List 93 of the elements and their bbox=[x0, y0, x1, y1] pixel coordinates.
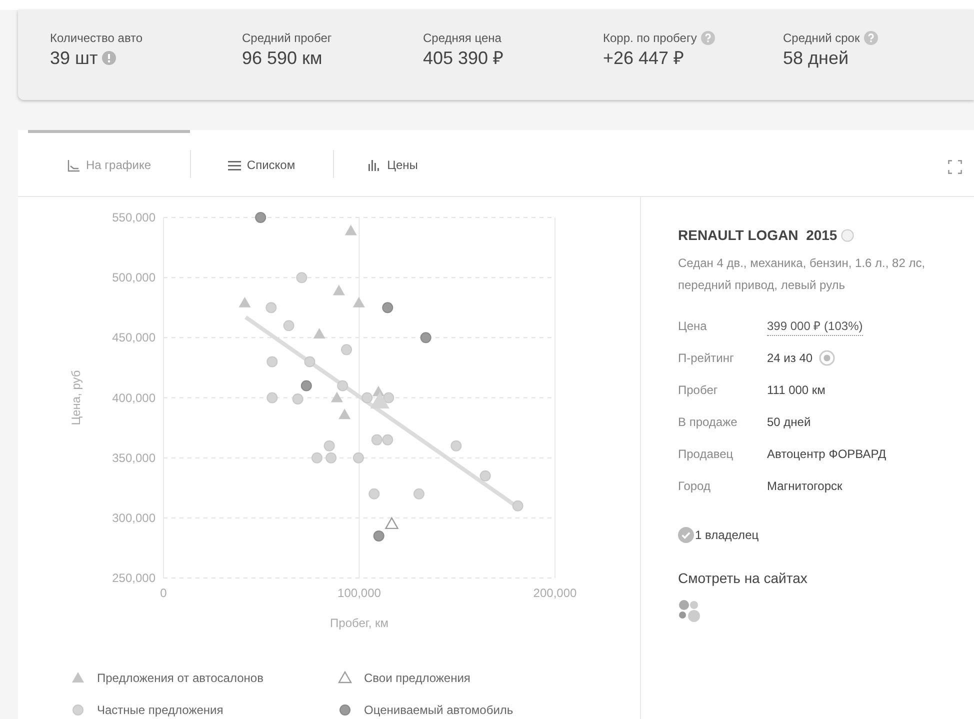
tick-label: 200,000 bbox=[533, 586, 577, 600]
data-point bbox=[304, 356, 316, 368]
data-point bbox=[362, 392, 373, 404]
data-point bbox=[266, 392, 278, 404]
radio-icon[interactable] bbox=[841, 229, 854, 242]
data-point bbox=[384, 516, 399, 530]
spec-label: Продавец bbox=[678, 446, 734, 463]
stat-label: Количество авто bbox=[50, 30, 143, 47]
info-icon[interactable] bbox=[102, 51, 116, 65]
legend-label: Оцениваемый автомобиль bbox=[364, 703, 514, 717]
data-point bbox=[266, 356, 278, 368]
spec-value: 50 дней bbox=[767, 414, 811, 431]
data-point bbox=[371, 434, 382, 446]
stat-label: Средний срок bbox=[783, 30, 860, 47]
section-heading: Смотреть на сайтах bbox=[678, 569, 808, 588]
legend-label: Свои предложения bbox=[364, 671, 470, 685]
fullscreen-icon[interactable] bbox=[948, 160, 962, 174]
axis-label: Цена, руб bbox=[69, 370, 83, 426]
stat-value: 96 590 км bbox=[242, 47, 322, 69]
data-point bbox=[368, 488, 380, 500]
spec-label: П-рейтинг bbox=[678, 350, 735, 367]
data-point bbox=[382, 302, 394, 314]
spec-value: 24 из 40 bbox=[767, 350, 813, 367]
data-point bbox=[341, 344, 352, 356]
data-point bbox=[332, 284, 345, 296]
tick-label: 350,000 bbox=[112, 450, 156, 465]
data-point bbox=[512, 500, 524, 512]
data-point bbox=[238, 296, 251, 308]
spec-label: Пробег bbox=[678, 382, 719, 399]
data-point bbox=[283, 320, 294, 332]
data-point bbox=[296, 272, 308, 284]
help-icon[interactable] bbox=[864, 31, 878, 45]
tick-label: 400,000 bbox=[112, 390, 156, 405]
stat-label: Средняя цена bbox=[423, 30, 502, 47]
spec-label: Город bbox=[678, 478, 712, 495]
spec-label: Цена bbox=[678, 318, 708, 335]
axis-label: Пробег, км bbox=[330, 616, 388, 630]
data-point bbox=[373, 530, 384, 542]
data-point bbox=[311, 452, 322, 464]
car-description: Седан 4 дв., механика, бензин, 1.6 л., 82 лс, передний привод, левый руль bbox=[678, 255, 926, 294]
help-icon[interactable] bbox=[700, 31, 715, 45]
data-point bbox=[266, 302, 277, 314]
data-point bbox=[383, 392, 394, 404]
data-point bbox=[382, 434, 394, 446]
stat-value: 58 дней bbox=[783, 47, 849, 69]
data-point bbox=[337, 380, 348, 392]
data-point bbox=[420, 332, 432, 344]
data-point bbox=[338, 408, 351, 420]
tick-label: 300,000 bbox=[112, 510, 156, 525]
data-point bbox=[330, 392, 343, 402]
car-title: RENAULT LOGAN 2015 bbox=[678, 226, 838, 245]
spec-value: Автоцентр ФОРВАРД bbox=[767, 446, 886, 463]
stat-value: +26 447 ₽ bbox=[603, 47, 684, 69]
owners-text: 1 владелец bbox=[695, 527, 759, 544]
data-point bbox=[255, 212, 266, 223]
legend-label: Предложения от автосалонов bbox=[97, 671, 264, 685]
data-point bbox=[344, 224, 357, 236]
stat-value: 39 шт bbox=[50, 47, 98, 69]
data-point bbox=[326, 452, 337, 464]
legend-marker bbox=[72, 672, 84, 682]
data-point bbox=[300, 380, 312, 392]
tick-label: 550,000 bbox=[112, 210, 156, 224]
tick-label: 0 bbox=[160, 586, 167, 600]
tick-label: 100,000 bbox=[338, 586, 381, 600]
tick-label: 500,000 bbox=[112, 270, 156, 285]
target-icon[interactable] bbox=[818, 350, 835, 366]
bar-chart-icon bbox=[368, 158, 382, 172]
stat-label: Корр. по пробегу bbox=[603, 30, 697, 47]
check-icon bbox=[678, 527, 694, 543]
stat-value: 405 390 ₽ bbox=[423, 47, 504, 69]
tab[interactable]: Списком bbox=[190, 130, 333, 197]
data-point bbox=[313, 328, 326, 339]
data-point bbox=[352, 296, 365, 308]
spec-value: Магнитогорск bbox=[767, 478, 842, 495]
spec-label: В продаже bbox=[678, 414, 738, 431]
tab[interactable]: Цены bbox=[333, 130, 453, 197]
legend-marker bbox=[338, 670, 352, 684]
stat-label: Средний пробег bbox=[242, 30, 332, 47]
line-chart-icon bbox=[66, 158, 80, 172]
spec-value: 111 000 км bbox=[767, 382, 826, 399]
data-point bbox=[480, 470, 491, 482]
data-point bbox=[450, 440, 462, 452]
legend-label: Частные предложения bbox=[97, 703, 224, 717]
list-icon bbox=[228, 158, 241, 172]
legend-marker bbox=[340, 704, 350, 716]
data-point bbox=[292, 393, 304, 404]
price-link[interactable]: 399 000 ₽ (103%) bbox=[767, 316, 863, 336]
legend-marker bbox=[72, 704, 84, 716]
tick-label: 450,000 bbox=[112, 330, 156, 345]
data-point bbox=[324, 440, 335, 452]
data-point bbox=[413, 488, 424, 500]
data-point bbox=[352, 452, 364, 464]
tick-label: 250,000 bbox=[112, 571, 156, 585]
